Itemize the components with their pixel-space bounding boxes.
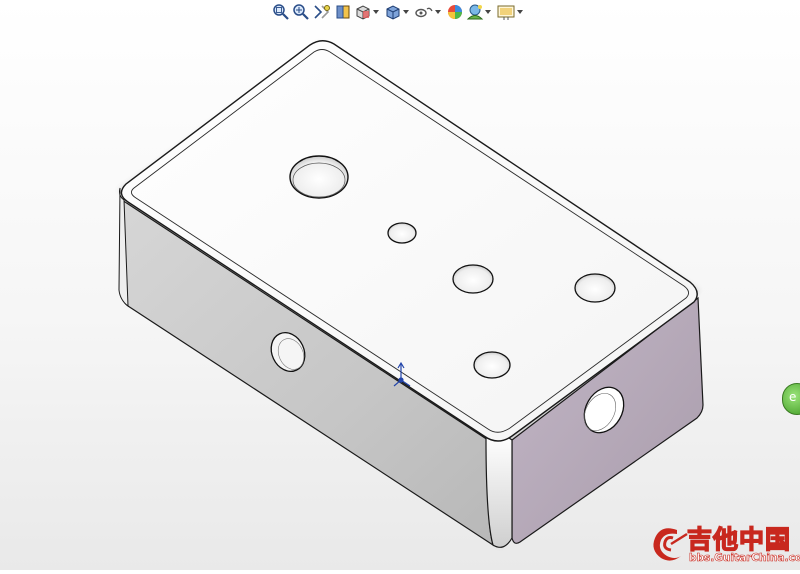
apply-scene-dropdown[interactable] — [466, 1, 494, 23]
zoom-to-area-button[interactable] — [292, 1, 310, 23]
section-view-button[interactable] — [334, 1, 352, 23]
watermark-title: 吉他中国 — [686, 524, 792, 554]
hide-show-items-dropdown[interactable] — [414, 1, 444, 23]
top-hole-middle[interactable] — [452, 264, 494, 294]
zoom-to-area-icon — [293, 4, 309, 20]
front-right-fillet — [485, 433, 513, 548]
chevron-down-icon — [517, 10, 523, 14]
watermark-logo: 吉他中国 bbs.GuitarChina.com — [645, 518, 800, 570]
zoom-to-fit-button[interactable] — [272, 1, 290, 23]
top-hole-large[interactable] — [289, 155, 349, 199]
view-settings-icon — [497, 5, 515, 20]
view-settings-dropdown[interactable] — [496, 1, 526, 23]
enclosure-model[interactable] — [118, 40, 704, 548]
edit-appearance-button[interactable] — [446, 1, 464, 23]
section-view-icon — [336, 5, 350, 19]
heads-up-view-toolbar — [272, 1, 526, 23]
chevron-down-icon — [403, 10, 409, 14]
view-orientation-icon — [356, 5, 370, 20]
edit-appearance-icon — [448, 5, 462, 19]
watermark-url: bbs.GuitarChina.com — [689, 552, 800, 565]
chevron-down-icon — [435, 10, 441, 14]
task-pane-tab-label: e — [789, 390, 797, 404]
view-orientation-dropdown[interactable] — [354, 1, 382, 23]
zoom-to-fit-icon — [273, 4, 289, 20]
chevron-down-icon — [373, 10, 379, 14]
hide-show-items-icon — [415, 7, 433, 18]
top-hole-front[interactable] — [473, 351, 511, 379]
chevron-down-icon — [485, 10, 491, 14]
top-hole-small[interactable] — [387, 222, 417, 244]
previous-view-icon — [314, 5, 330, 19]
guitar-logo-icon — [653, 528, 688, 561]
display-style-dropdown[interactable] — [384, 1, 412, 23]
top-hole-right[interactable] — [574, 273, 616, 303]
display-style-icon — [386, 5, 400, 20]
apply-scene-icon — [466, 4, 484, 20]
graphics-area[interactable] — [0, 0, 800, 570]
previous-view-button[interactable] — [312, 1, 332, 23]
